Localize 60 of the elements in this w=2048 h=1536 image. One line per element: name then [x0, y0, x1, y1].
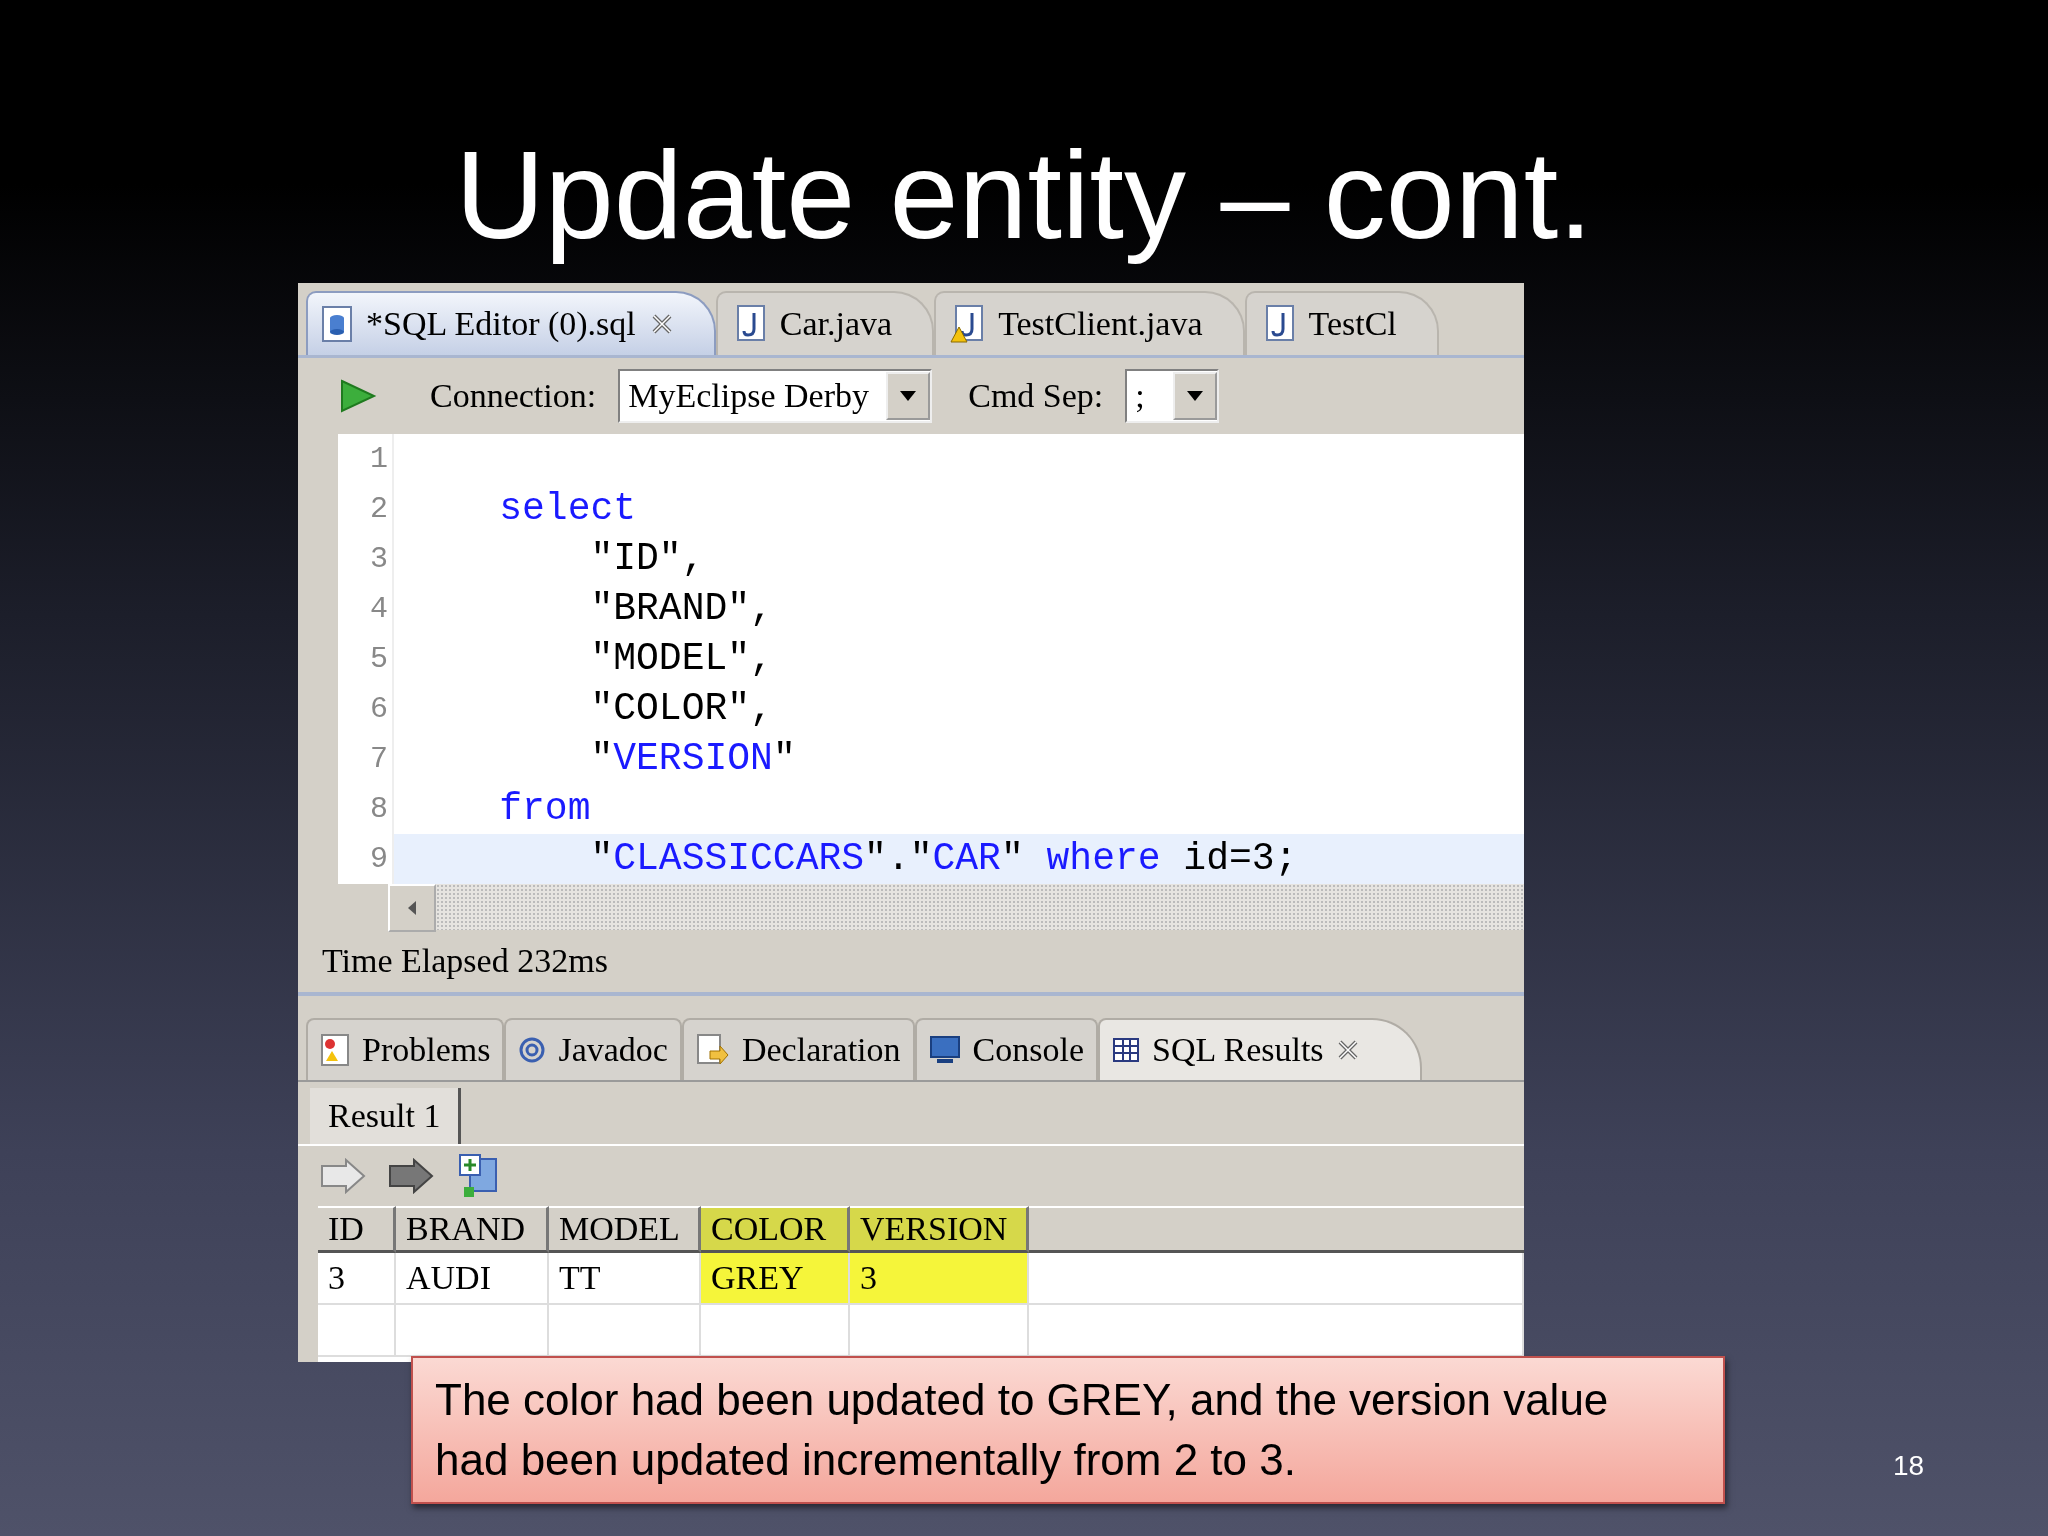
line-number: 6 — [370, 692, 388, 726]
editor-tab[interactable]: Car.java — [715, 291, 935, 355]
separator-label: Cmd Sep: — [968, 377, 1104, 415]
connection-dropdown[interactable]: MyEclipse Derby — [618, 369, 933, 423]
sql-editor[interactable]: 1 2 select 3 "ID", 4 "BRAND", 5 "MODEL", 6 "COLOR", 7 "VERSION" 8 from 9 "CLASSICCARS"."CAR" where id=3; — [338, 434, 1524, 884]
editor-tab[interactable]: TestClient.java — [934, 291, 1245, 355]
table-cell: 3 — [850, 1253, 1029, 1305]
java-file-warning-icon — [950, 305, 985, 343]
table-cell: 3 — [318, 1253, 396, 1305]
database-file-icon — [322, 306, 352, 342]
line-number: 9 — [370, 842, 388, 876]
column-header[interactable]: COLOR — [701, 1206, 850, 1253]
line-number: 2 — [370, 492, 388, 526]
table-icon — [1112, 1037, 1140, 1063]
editor-tab[interactable]: TestCl — [1244, 291, 1439, 355]
view-tab[interactable]: SQL Results — [1098, 1018, 1422, 1080]
scroll-left-button[interactable] — [388, 884, 436, 932]
view-tab[interactable]: Console — [914, 1018, 1098, 1080]
code-line: "ID", — [589, 536, 705, 582]
code-line: "CLASSICCARS"."CAR" where id=3; — [589, 836, 1298, 882]
slide-title: Update entity – cont. — [455, 125, 1593, 266]
code-line: from — [498, 786, 591, 832]
code-line: "BRAND", — [589, 586, 773, 632]
caret-icon — [899, 390, 918, 402]
line-number: 4 — [370, 592, 388, 626]
view-tab[interactable]: Declaration — [681, 1018, 915, 1080]
code-line: "VERSION" — [589, 736, 796, 782]
line-number: 5 — [370, 642, 388, 676]
monitor-icon — [928, 1035, 961, 1065]
status-text: Time Elapsed 232ms — [322, 942, 608, 980]
table-cell: AUDI — [396, 1253, 549, 1305]
code-line: "COLOR", — [589, 686, 773, 732]
result-tab[interactable]: Result 1 — [310, 1088, 462, 1144]
arrow-icon[interactable] — [320, 1158, 366, 1194]
table-cell: TT — [549, 1253, 701, 1305]
line-number: 3 — [370, 542, 388, 576]
callout-text: The color had been updated to GREY, and the version value had been updated incrementally from 2 to 3. — [411, 1356, 1725, 1504]
code-line: select — [498, 486, 637, 532]
arrow-icon[interactable] — [388, 1158, 434, 1194]
column-header[interactable]: MODEL — [549, 1206, 701, 1253]
column-header[interactable]: ID — [318, 1206, 396, 1253]
database-icon[interactable] — [456, 1153, 500, 1199]
column-header[interactable]: VERSION — [850, 1206, 1029, 1253]
column-header[interactable]: BRAND — [396, 1206, 549, 1253]
left-arrow-icon — [406, 900, 418, 916]
editor-tab[interactable]: *SQL Editor (0).sql — [306, 291, 716, 355]
view-tab[interactable]: Javadoc — [504, 1018, 682, 1080]
line-number: 8 — [370, 792, 388, 826]
run-icon[interactable] — [338, 378, 378, 414]
table-cell: GREY — [701, 1253, 850, 1305]
code-line: "MODEL", — [589, 636, 773, 682]
separator-dropdown[interactable]: ; — [1125, 369, 1220, 423]
caret-icon — [1186, 390, 1205, 402]
connection-label: Connection: — [430, 377, 597, 415]
problems-icon — [320, 1033, 350, 1067]
line-number: 1 — [370, 442, 388, 476]
page-number: 18 — [1893, 1450, 1925, 1482]
declaration-icon — [695, 1033, 730, 1067]
line-number: 7 — [370, 742, 388, 776]
view-tab[interactable]: Problems — [306, 1018, 505, 1080]
